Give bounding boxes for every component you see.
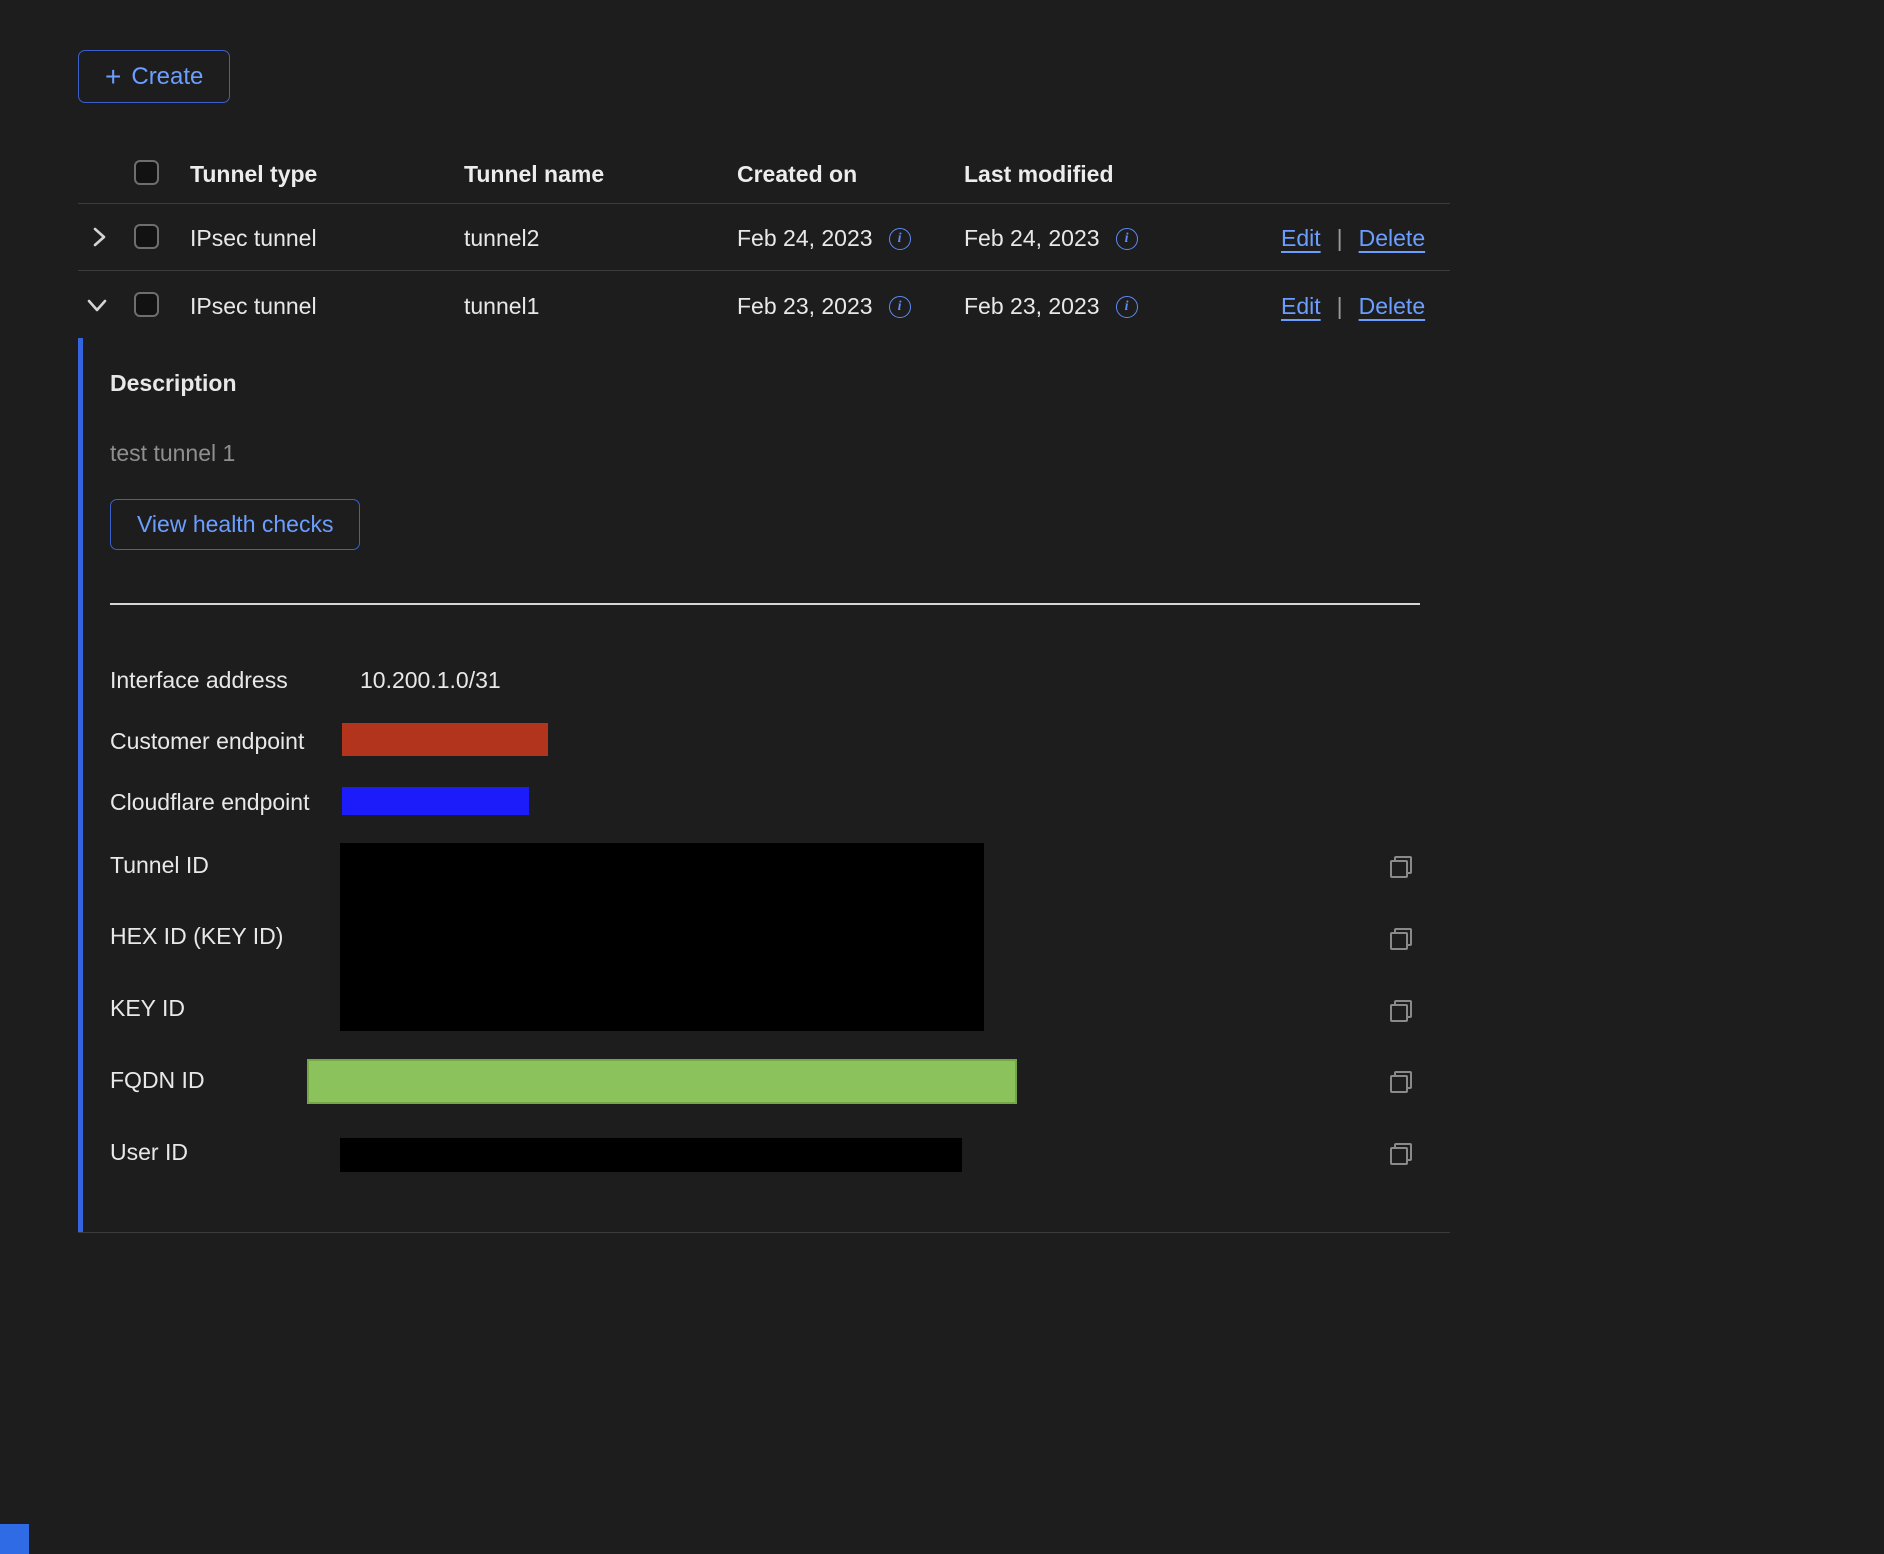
last-modified-text: Feb 23, 2023 [964, 293, 1100, 320]
row-actions: Edit | Delete [1281, 225, 1425, 252]
last-modified-cell: Feb 24, 2023 i [964, 225, 1138, 252]
action-separator: | [1337, 225, 1343, 252]
created-on-text: Feb 24, 2023 [737, 225, 873, 252]
cloudflare-endpoint-label: Cloudflare endpoint [110, 789, 309, 816]
tunnel-id-label: Tunnel ID [110, 852, 209, 879]
info-icon[interactable]: i [1116, 296, 1138, 318]
select-all-checkbox[interactable] [134, 160, 159, 185]
expanded-row-accent-bar [78, 338, 83, 1232]
panel-bottom-divider [78, 1232, 1450, 1233]
created-on-cell: Feb 24, 2023 i [737, 225, 911, 252]
ipsec-tunnels-page: + Create Tunnel type Tunnel name Created… [0, 0, 1884, 1554]
plus-icon: + [105, 63, 121, 91]
tunnel-type-cell: IPsec tunnel [190, 293, 317, 320]
user-id-redacted-value [340, 1138, 962, 1172]
row-checkbox[interactable] [134, 224, 159, 249]
row-actions: Edit | Delete [1281, 293, 1425, 320]
chevron-down-icon[interactable] [84, 292, 110, 318]
copy-icon[interactable] [1390, 1143, 1412, 1165]
fqdn-id-redacted-value [307, 1059, 1017, 1104]
info-icon[interactable]: i [1116, 228, 1138, 250]
copy-icon[interactable] [1390, 856, 1412, 878]
info-icon[interactable]: i [889, 296, 911, 318]
description-value: test tunnel 1 [110, 440, 235, 467]
info-icon[interactable]: i [889, 228, 911, 250]
user-id-label: User ID [110, 1139, 188, 1166]
action-separator: | [1337, 293, 1343, 320]
header-divider [78, 203, 1450, 204]
fqdn-id-label: FQDN ID [110, 1067, 205, 1094]
row-divider [78, 270, 1450, 271]
header-tunnel-name: Tunnel name [464, 161, 604, 188]
copy-icon[interactable] [1390, 1071, 1412, 1093]
create-button[interactable]: + Create [78, 50, 230, 103]
customer-endpoint-redacted-value [342, 723, 548, 756]
interface-address-value: 10.200.1.0/31 [360, 667, 501, 694]
header-created-on: Created on [737, 161, 857, 188]
view-health-checks-button[interactable]: View health checks [110, 499, 360, 550]
tunnel-name-cell: tunnel2 [464, 225, 539, 252]
create-button-label: Create [131, 63, 203, 91]
customer-endpoint-label: Customer endpoint [110, 728, 304, 755]
edit-link[interactable]: Edit [1281, 225, 1321, 252]
description-label: Description [110, 370, 237, 397]
key-id-label: KEY ID [110, 995, 185, 1022]
chevron-right-icon[interactable] [86, 224, 112, 250]
tunnel-name-cell: tunnel1 [464, 293, 539, 320]
ids-redacted-values [340, 843, 984, 1031]
cloudflare-endpoint-redacted-value [342, 787, 529, 815]
created-on-cell: Feb 23, 2023 i [737, 293, 911, 320]
last-modified-text: Feb 24, 2023 [964, 225, 1100, 252]
copy-icon[interactable] [1390, 1000, 1412, 1022]
delete-link[interactable]: Delete [1359, 293, 1425, 320]
copy-icon[interactable] [1390, 928, 1412, 950]
details-divider [110, 603, 1420, 605]
created-on-text: Feb 23, 2023 [737, 293, 873, 320]
header-tunnel-type: Tunnel type [190, 161, 317, 188]
edit-link[interactable]: Edit [1281, 293, 1321, 320]
interface-address-label: Interface address [110, 667, 288, 694]
row-checkbox[interactable] [134, 292, 159, 317]
last-modified-cell: Feb 23, 2023 i [964, 293, 1138, 320]
header-last-modified: Last modified [964, 161, 1114, 188]
bottom-left-blue-square [0, 1524, 29, 1554]
tunnel-type-cell: IPsec tunnel [190, 225, 317, 252]
delete-link[interactable]: Delete [1359, 225, 1425, 252]
hex-id-label: HEX ID (KEY ID) [110, 923, 283, 950]
